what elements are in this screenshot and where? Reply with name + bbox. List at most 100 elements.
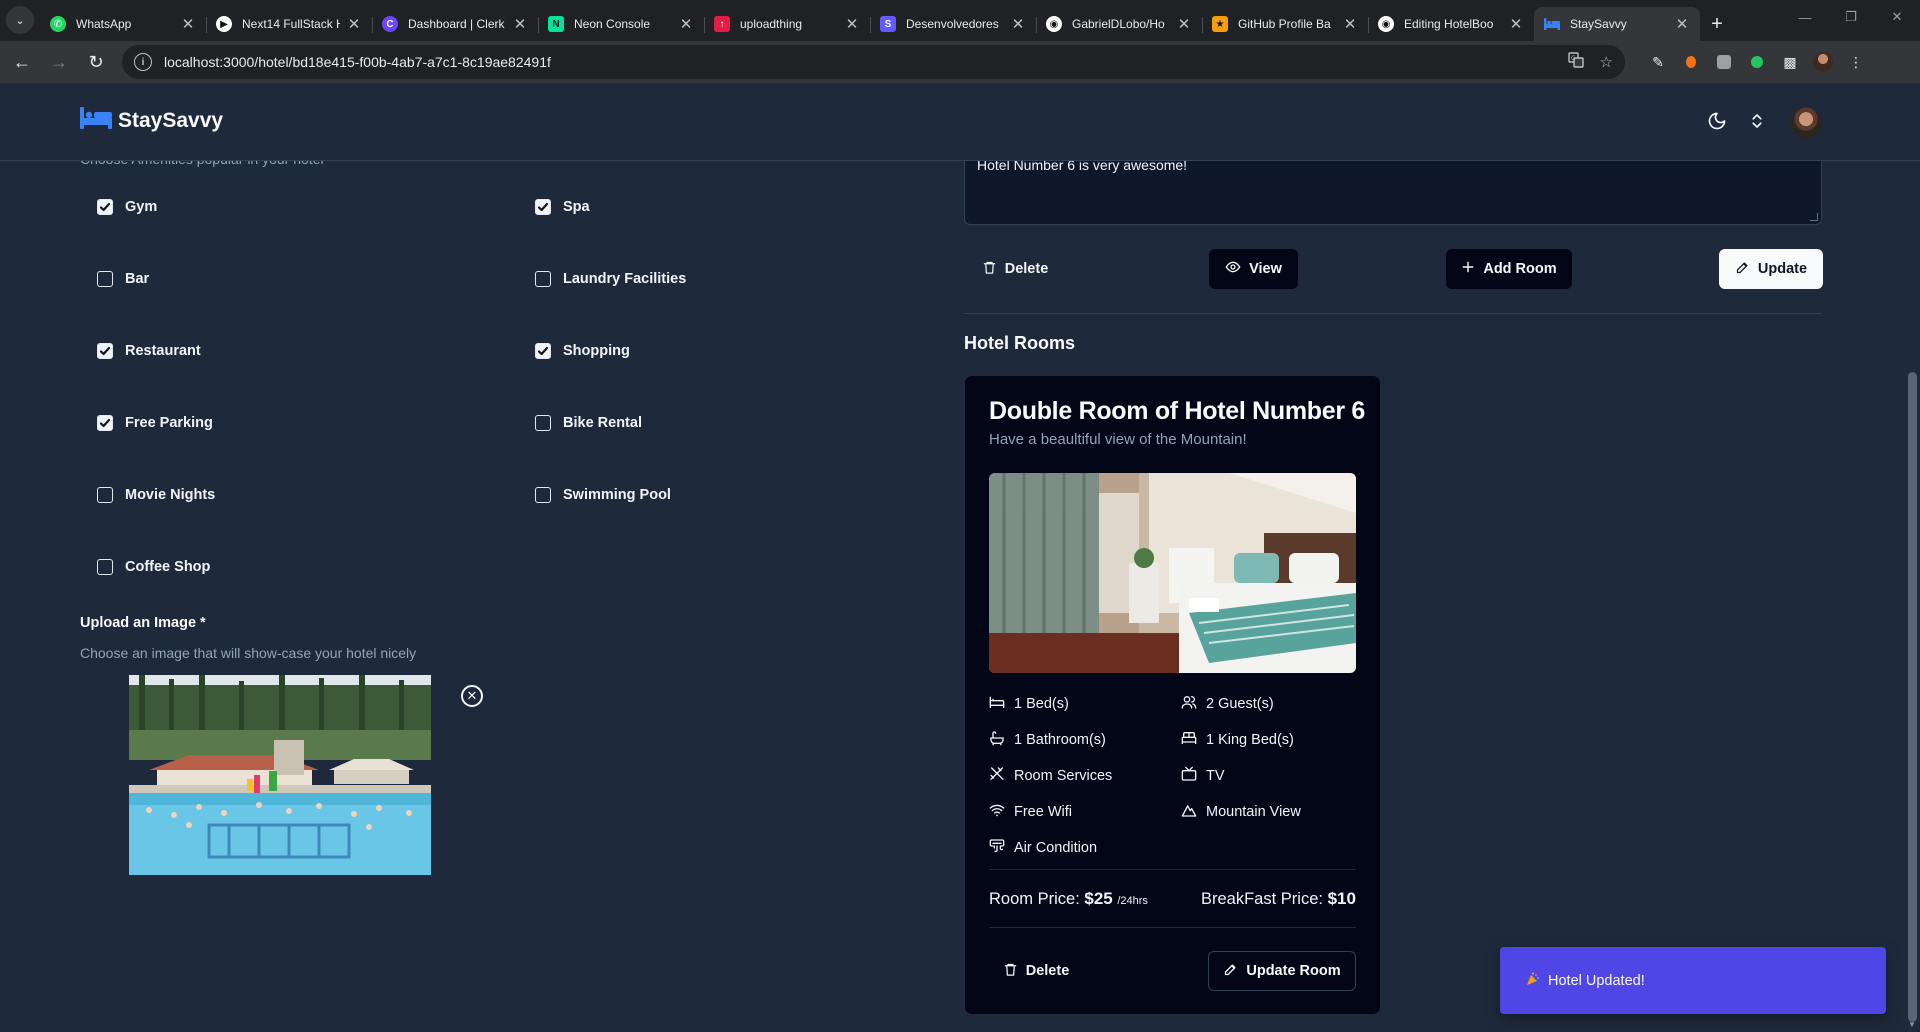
browser-tab-active[interactable]: StaySavvy ✕ xyxy=(1534,7,1700,41)
browser-tab[interactable]: ▶ Next14 FullStack H ✕ xyxy=(206,7,372,41)
tab-close-icon[interactable]: ✕ xyxy=(844,15,860,33)
air-vent-icon xyxy=(989,838,1005,858)
amenity-movie-nights[interactable]: Movie Nights xyxy=(97,487,215,503)
checkbox[interactable] xyxy=(97,559,113,575)
extension-green-icon[interactable] xyxy=(1746,51,1768,73)
browser-tab[interactable]: ◉ Editing HotelBoo ✕ xyxy=(1368,7,1534,41)
feature-room-services: Room Services xyxy=(989,766,1112,786)
update-room-button[interactable]: Update Room xyxy=(1208,951,1356,991)
view-hotel-button[interactable]: View xyxy=(1209,249,1298,289)
amenity-laundry-facilities[interactable]: Laundry Facilities xyxy=(535,271,686,287)
toast-notification[interactable]: Hotel Updated! xyxy=(1500,947,1886,1014)
browser-tab[interactable]: ◉ GabrielDLobo/Ho ✕ xyxy=(1036,7,1202,41)
tab-close-icon[interactable]: ✕ xyxy=(678,15,694,33)
bookmark-star-icon[interactable]: ☆ xyxy=(1600,53,1613,71)
back-arrow-icon[interactable]: ← xyxy=(7,47,37,77)
eyedropper-icon[interactable]: ✎ xyxy=(1647,51,1669,73)
add-room-button[interactable]: Add Room xyxy=(1446,249,1572,289)
feature-bathrooms: 1 Bathroom(s) xyxy=(989,730,1106,750)
resize-handle[interactable] xyxy=(1810,213,1818,221)
checkbox[interactable] xyxy=(535,199,551,215)
checkbox[interactable] xyxy=(97,343,113,359)
browser-tab[interactable]: ✆ WhatsApp ✕ xyxy=(40,7,206,41)
feature-beds: 1 Bed(s) xyxy=(989,694,1069,714)
neon-icon: N xyxy=(548,16,564,32)
amenity-free-parking[interactable]: Free Parking xyxy=(97,415,213,431)
brand-logo[interactable]: StaySavvy xyxy=(80,107,223,134)
extensions-puzzle-icon[interactable]: ▩ xyxy=(1779,51,1801,73)
checkbox[interactable] xyxy=(97,487,113,503)
tab-title: Dashboard | Clerk xyxy=(408,17,505,31)
translate-icon[interactable]: G xyxy=(1567,52,1584,72)
address-bar[interactable]: i localhost:3000/hotel/bd18e415-f00b-4ab… xyxy=(122,45,1625,79)
browser-tab[interactable]: ★ GitHub Profile Ba ✕ xyxy=(1202,7,1368,41)
app-header: StaySavvy xyxy=(0,83,1920,161)
eye-icon xyxy=(1225,259,1241,279)
checkbox[interactable] xyxy=(535,343,551,359)
checkbox[interactable] xyxy=(97,415,113,431)
checkbox[interactable] xyxy=(97,199,113,215)
update-room-label: Update Room xyxy=(1246,963,1341,979)
remove-image-icon[interactable]: ✕ xyxy=(461,685,483,707)
delete-hotel-button[interactable]: Delete xyxy=(970,249,1060,289)
checkbox-label: Gym xyxy=(125,199,158,215)
checkbox[interactable] xyxy=(535,271,551,287)
tab-close-icon[interactable]: ✕ xyxy=(1176,15,1192,33)
profile-avatar-small[interactable] xyxy=(1812,51,1834,73)
checkbox[interactable] xyxy=(535,487,551,503)
amenity-swimming-pool[interactable]: Swimming Pool xyxy=(535,487,671,503)
tab-close-icon[interactable]: ✕ xyxy=(180,15,196,33)
amenity-bike-rental[interactable]: Bike Rental xyxy=(535,415,642,431)
tab-close-icon[interactable]: ✕ xyxy=(512,15,528,33)
browser-tab[interactable]: ↑ uploadthing ✕ xyxy=(704,7,870,41)
tab-search-chevron-icon[interactable]: ⌄ xyxy=(6,6,34,34)
chrome-menu-icon[interactable]: ⋮ xyxy=(1845,51,1867,73)
minimize-icon[interactable]: — xyxy=(1782,0,1828,34)
tab-close-icon[interactable]: ✕ xyxy=(346,15,362,33)
theme-toggle-moon-icon[interactable] xyxy=(1701,105,1733,137)
amenity-gym[interactable]: Gym xyxy=(97,199,157,215)
feature-king-beds: 1 King Bed(s) xyxy=(1181,730,1294,750)
amenity-restaurant[interactable]: Restaurant xyxy=(97,343,201,359)
bath-icon xyxy=(989,730,1005,750)
reload-icon[interactable]: ↻ xyxy=(81,47,111,77)
tab-title: Editing HotelBoo xyxy=(1404,17,1494,31)
utensils-icon xyxy=(989,766,1005,786)
checkbox[interactable] xyxy=(97,271,113,287)
forward-arrow-icon[interactable]: → xyxy=(44,47,74,77)
new-tab-button[interactable]: + xyxy=(1700,7,1734,41)
checkbox-label: Restaurant xyxy=(125,343,201,359)
tv-icon xyxy=(1181,766,1197,786)
update-hotel-button[interactable]: Update xyxy=(1719,249,1823,289)
amenity-coffee-shop[interactable]: Coffee Shop xyxy=(97,559,210,575)
tab-close-icon[interactable]: ✕ xyxy=(1674,15,1690,33)
tab-title: Desenvolvedores xyxy=(906,17,999,31)
amenity-bar[interactable]: Bar xyxy=(97,271,149,287)
close-window-icon[interactable]: ✕ xyxy=(1874,0,1920,34)
breakfast-price: BreakFast Price: $10 xyxy=(1201,889,1356,909)
delete-room-button[interactable]: Delete xyxy=(989,951,1083,991)
browser-tab[interactable]: S Desenvolvedores ✕ xyxy=(870,7,1036,41)
chevrons-up-down-icon[interactable] xyxy=(1741,105,1773,137)
feature-label: Room Services xyxy=(1014,768,1113,784)
browser-tab[interactable]: C Dashboard | Clerk ✕ xyxy=(372,7,538,41)
site-info-icon[interactable]: i xyxy=(134,53,152,71)
restore-icon[interactable]: ❐ xyxy=(1828,0,1874,34)
hotel-description-textarea[interactable]: Hotel Number 6 is very awesome! xyxy=(964,151,1822,225)
user-avatar[interactable] xyxy=(1790,107,1822,139)
tab-close-icon[interactable]: ✕ xyxy=(1508,15,1524,33)
feature-free-wifi: Free Wifi xyxy=(989,802,1072,822)
extension-orange-icon[interactable] xyxy=(1680,51,1702,73)
scrollbar-thumb[interactable] xyxy=(1908,372,1917,1022)
checkbox[interactable] xyxy=(535,415,551,431)
amenity-spa[interactable]: Spa xyxy=(535,199,590,215)
browser-tab[interactable]: N Neon Console ✕ xyxy=(538,7,704,41)
tab-close-icon[interactable]: ✕ xyxy=(1010,15,1026,33)
toast-message: Hotel Updated! xyxy=(1548,972,1645,989)
feature-air-condition: Air Condition xyxy=(989,838,1097,858)
extension-gray-icon[interactable] xyxy=(1713,51,1735,73)
checkbox-label: Bike Rental xyxy=(563,415,642,431)
amenity-shopping[interactable]: Shopping xyxy=(535,343,630,359)
tab-close-icon[interactable]: ✕ xyxy=(1342,15,1358,33)
whatsapp-icon: ✆ xyxy=(50,16,66,32)
